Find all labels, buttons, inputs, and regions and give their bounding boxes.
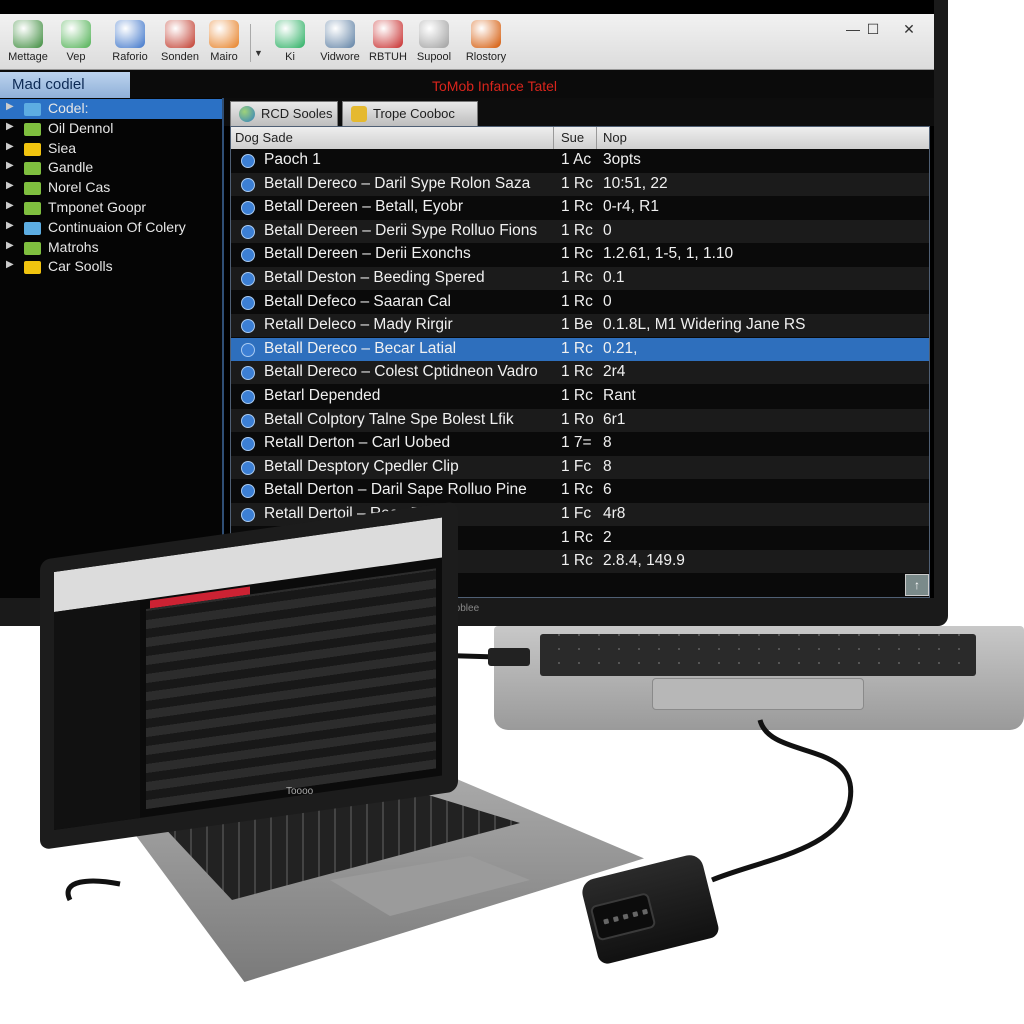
obd-cable xyxy=(711,719,854,883)
front-laptop-brand-label: Toooo xyxy=(286,786,314,797)
mini-sidebar xyxy=(54,599,140,831)
mini-data-grid xyxy=(146,568,436,810)
obd2-connector-face xyxy=(589,892,657,942)
front-laptop-lid xyxy=(40,501,458,850)
front-laptop-screen xyxy=(54,517,442,831)
front-laptop-cable xyxy=(65,878,121,902)
usb-plug xyxy=(488,648,530,666)
